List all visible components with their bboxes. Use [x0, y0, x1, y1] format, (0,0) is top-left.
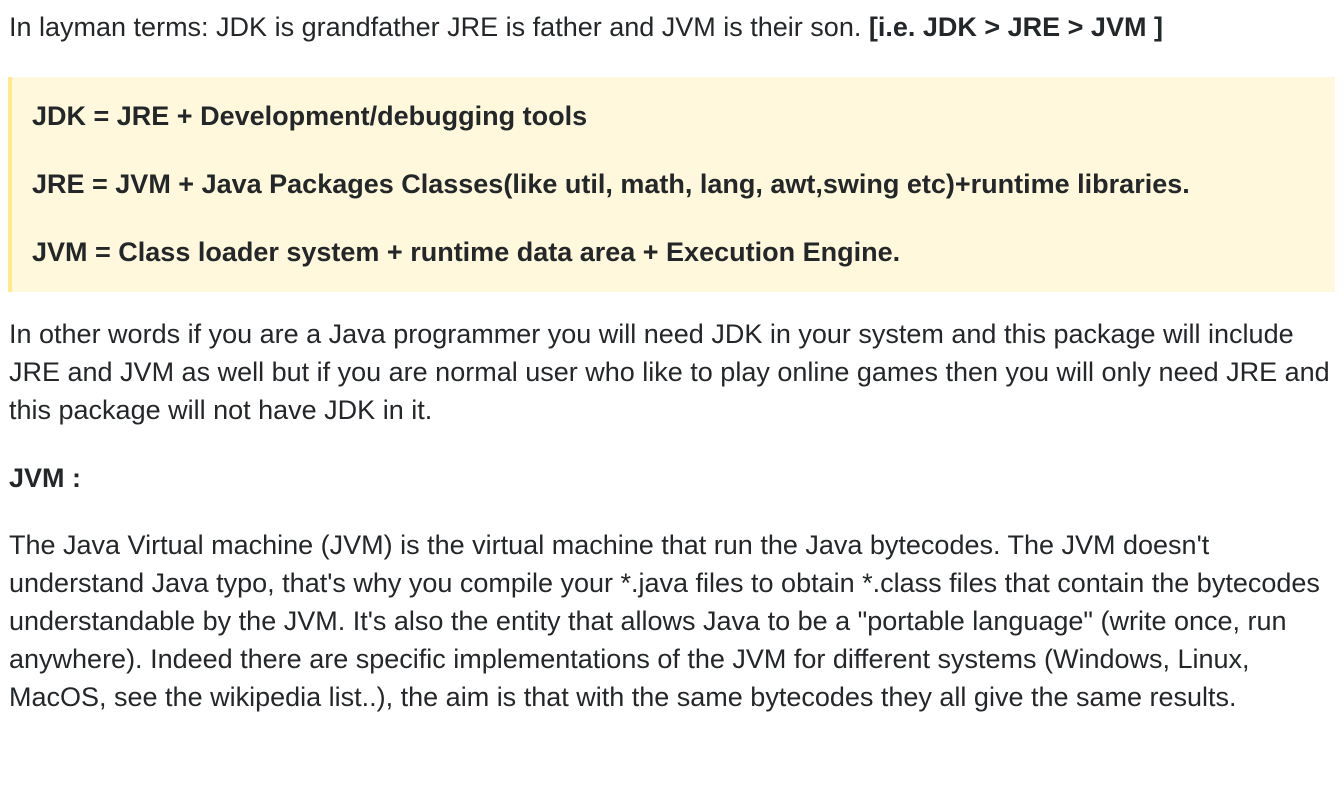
intro-bold-hierarchy: [i.e. JDK > JRE > JVM ] [868, 12, 1163, 42]
intro-paragraph: In layman terms: JDK is grandfather JRE … [9, 8, 1335, 46]
jvm-heading: JVM : [9, 463, 82, 493]
intro-text: In layman terms: JDK is grandfather JRE … [9, 12, 869, 42]
paragraph-jvm-description: The Java Virtual machine (JVM) is the vi… [9, 530, 1320, 712]
quote-line-jvm: JVM = Class loader system + runtime data… [32, 237, 901, 267]
blockquote: JDK = JRE + Development/debugging tools … [8, 77, 1335, 292]
quote-line-jre: JRE = JVM + Java Packages Classes(like u… [32, 169, 1190, 199]
paragraph-other-words: In other words if you are a Java program… [9, 319, 1330, 425]
answer-body: In layman terms: JDK is grandfather JRE … [8, 8, 1335, 746]
quote-line-jdk: JDK = JRE + Development/debugging tools [32, 101, 588, 131]
